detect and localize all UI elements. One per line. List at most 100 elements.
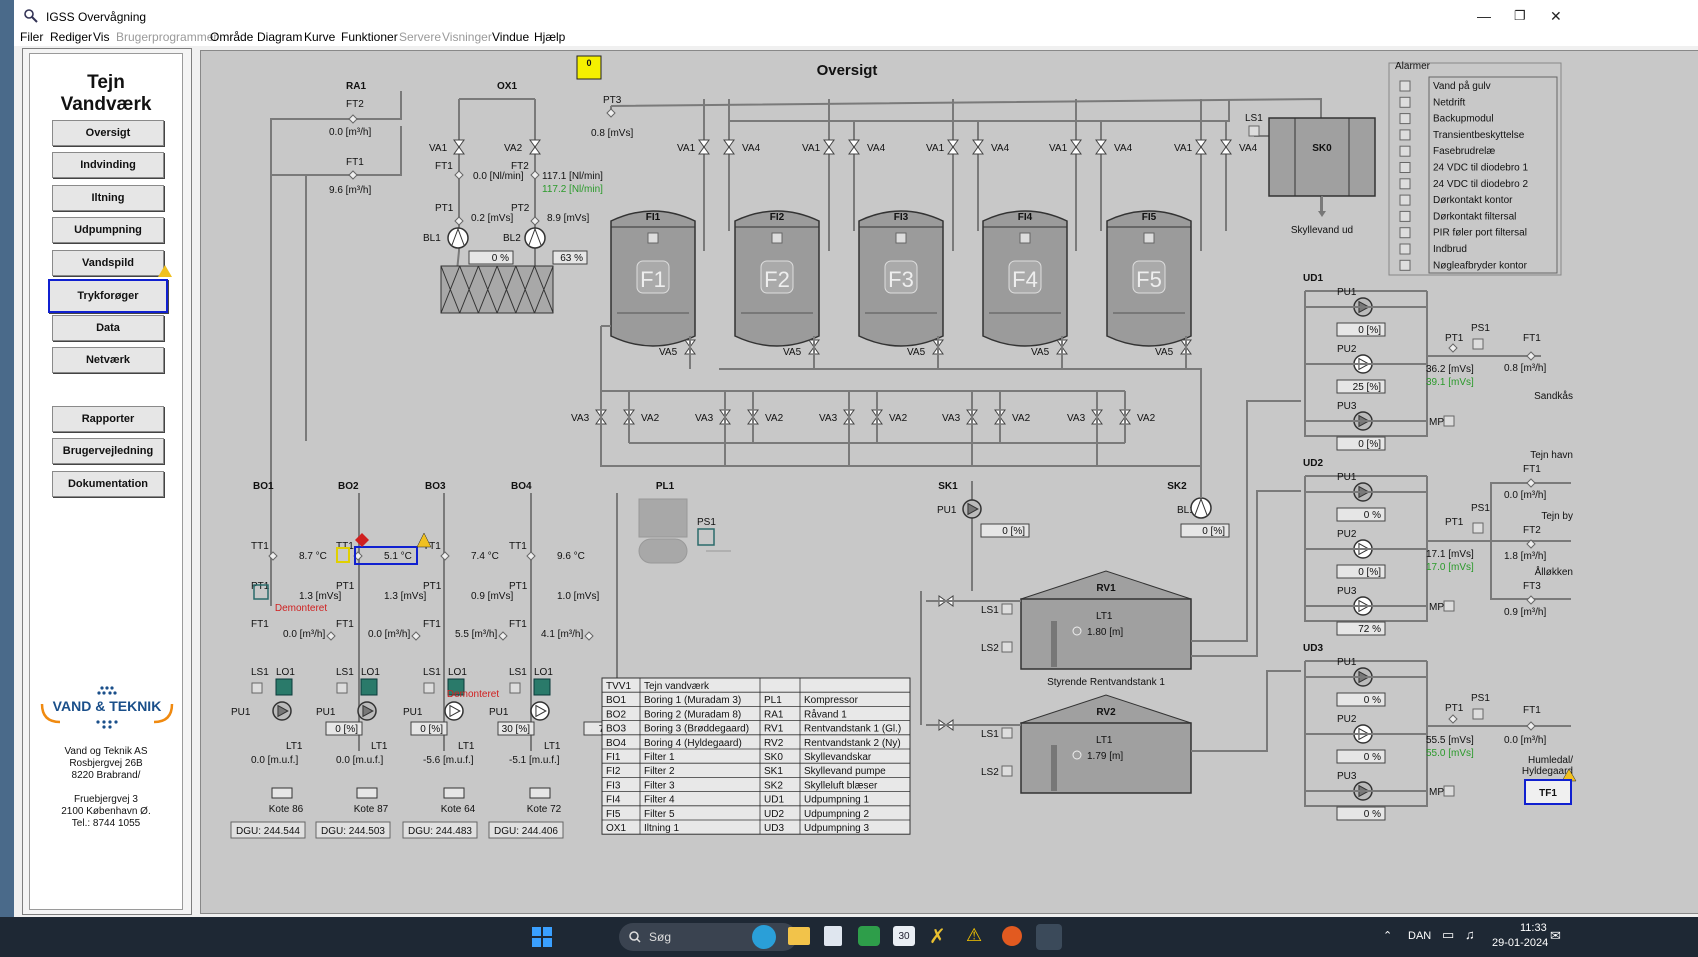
close-icon[interactable]: ✕ (1550, 8, 1562, 25)
nav-iltning-button[interactable]: Iltning (52, 185, 164, 211)
menu-brugerprogrammer[interactable]: Brugerprogrammer (116, 30, 217, 44)
ud1-mpc-checkbox[interactable] (1443, 415, 1455, 427)
alarm-checkbox[interactable] (1399, 80, 1411, 92)
notification-icon[interactable]: ✉ (1550, 928, 1561, 944)
alarm-item[interactable]: 24 VDC til diodebro 2 (1433, 179, 1528, 190)
alarm-item[interactable]: Fasebrudrelæ (1433, 146, 1495, 157)
bore-ls-checkbox[interactable] (509, 682, 521, 694)
menu-vindue[interactable]: Vindue (492, 30, 529, 44)
menu-vis[interactable]: Vis (93, 30, 109, 44)
tools-icon[interactable]: ✗ (929, 926, 951, 948)
bore-ls-checkbox[interactable] (423, 682, 435, 694)
file-explorer-icon[interactable] (788, 927, 810, 945)
filter-status-checkbox[interactable] (647, 232, 659, 244)
edge-icon[interactable] (752, 925, 776, 949)
menu-funktioner[interactable]: Funktioner (341, 30, 398, 44)
filter-va1-valve-icon[interactable] (698, 139, 710, 155)
bo2-alarm-icon[interactable] (355, 533, 369, 547)
filter-va4-valve-icon[interactable] (972, 139, 984, 155)
nav-brugervejledning-button[interactable]: Brugervejledning (52, 438, 164, 464)
filter-va4-valve-icon[interactable] (848, 139, 860, 155)
alarm-item[interactable]: 24 VDC til diodebro 1 (1433, 163, 1528, 174)
igss-taskbar-icon[interactable] (1036, 924, 1062, 950)
menu-kurve[interactable]: Kurve (304, 30, 335, 44)
filter-va4-valve-icon[interactable] (1220, 139, 1232, 155)
nav-vandspild-button[interactable]: Vandspild (52, 250, 164, 276)
filter-va1-valve-icon[interactable] (947, 139, 959, 155)
compressor-body[interactable] (638, 498, 688, 538)
minimize-icon[interactable]: — (1477, 8, 1491, 24)
menu-hjælp[interactable]: Hjælp (534, 30, 565, 44)
alarm-item[interactable]: Vand på gulv (1433, 80, 1491, 92)
nav-trykforoger-button[interactable]: Trykforøger (48, 279, 168, 313)
menu-servere[interactable]: Servere (399, 30, 441, 44)
alarm-item[interactable]: Netdrift (1433, 97, 1465, 108)
filter-va1-valve-icon[interactable] (1195, 139, 1207, 155)
menu-visninger[interactable]: Visninger (442, 30, 492, 44)
clock-time[interactable]: 11:33 (1520, 922, 1547, 934)
nav-udpumpning-button[interactable]: Udpumpning (52, 217, 164, 243)
alarm-checkbox[interactable] (1399, 194, 1411, 206)
clock-app-icon[interactable] (1002, 926, 1022, 946)
menu-diagram[interactable]: Diagram (257, 30, 302, 44)
alarm-checkbox[interactable] (1399, 210, 1411, 222)
pl1-ps1-sensor[interactable] (697, 528, 715, 546)
alarm-checkbox[interactable] (1399, 227, 1411, 239)
nav-dokumentation-button[interactable]: Dokumentation (52, 471, 164, 497)
bore-ls-checkbox[interactable] (251, 682, 263, 694)
ud2-ps-checkbox[interactable] (1472, 522, 1484, 534)
alarm-item[interactable]: Transientbeskyttelse (1433, 130, 1525, 141)
language-indicator[interactable]: DAN (1408, 930, 1431, 942)
bore-lo-sensor-icon[interactable] (360, 678, 378, 696)
clock-date[interactable]: 29-01-2024 (1492, 937, 1548, 949)
nav-data-button[interactable]: Data (52, 315, 164, 341)
volume-icon[interactable]: ♫ (1465, 927, 1475, 942)
menu-rediger[interactable]: Rediger (50, 30, 92, 44)
nav-oversigt-button[interactable]: Oversigt (52, 120, 164, 146)
sk0-ls1-checkbox[interactable] (1248, 125, 1260, 137)
filter-va1-valve-icon[interactable] (1070, 139, 1082, 155)
bore-lo-sensor-icon[interactable] (533, 678, 551, 696)
ud1-ps-checkbox[interactable] (1472, 338, 1484, 350)
alarm-checkbox[interactable] (1399, 243, 1411, 255)
nav-rapporter-button[interactable]: Rapporter (52, 406, 164, 432)
alarm-item[interactable]: Dørkontakt filtersal (1433, 211, 1516, 222)
filter-va4-valve-icon[interactable] (723, 139, 735, 155)
rv2-ls2-checkbox[interactable] (1001, 765, 1013, 777)
bo3-warning-icon[interactable] (416, 532, 432, 548)
alarm-item[interactable]: Dørkontakt kontor (1433, 195, 1513, 206)
alarm-checkbox[interactable] (1399, 178, 1411, 190)
alarm-checkbox[interactable] (1399, 162, 1411, 173)
filter-va4-valve-icon[interactable] (1095, 139, 1107, 155)
filter-status-checkbox[interactable] (895, 232, 907, 244)
ox1-va1-valve-icon[interactable] (453, 139, 465, 155)
restore-icon[interactable]: ❐ (1514, 8, 1526, 24)
filter-status-checkbox[interactable] (1019, 232, 1031, 244)
filter-status-checkbox[interactable] (771, 232, 783, 244)
menu-filer[interactable]: Filer (20, 30, 43, 44)
rv2-ls1-checkbox[interactable] (1001, 727, 1013, 739)
bell-icon[interactable]: ⚠ (966, 925, 984, 947)
sk0-tank[interactable] (1268, 117, 1376, 197)
menu-område[interactable]: Område (210, 30, 253, 44)
network-icon[interactable]: ▭ (1442, 927, 1454, 943)
filter-status-checkbox[interactable] (1143, 232, 1155, 244)
nav-indvinding-button[interactable]: Indvinding (52, 152, 164, 178)
tray-chevron-icon[interactable]: ⌃ (1383, 929, 1392, 942)
alarm-item[interactable]: Nøgleafbryder kontor (1433, 260, 1528, 271)
alarm-checkbox[interactable] (1399, 113, 1411, 125)
windows-start-icon[interactable] (532, 927, 552, 947)
sk2-blower-icon[interactable] (1190, 497, 1212, 519)
calendar-icon[interactable]: 30 (893, 926, 915, 946)
rv1-ls1-checkbox[interactable] (1001, 603, 1013, 615)
alarm-checkbox[interactable] (1399, 259, 1411, 271)
alarm-checkbox[interactable] (1399, 145, 1411, 157)
ox1-bl2-blower-icon[interactable] (524, 227, 546, 249)
green-app-icon[interactable] (858, 926, 880, 946)
alarm-checkbox[interactable] (1399, 129, 1411, 141)
ud2-mpc-checkbox[interactable] (1443, 600, 1455, 612)
filter-va1-valve-icon[interactable] (823, 139, 835, 155)
ox1-bl1-blower-icon[interactable] (447, 227, 469, 249)
alarm-item[interactable]: PIR føler port filtersal (1433, 228, 1527, 239)
ud3-ps-checkbox[interactable] (1472, 708, 1484, 720)
